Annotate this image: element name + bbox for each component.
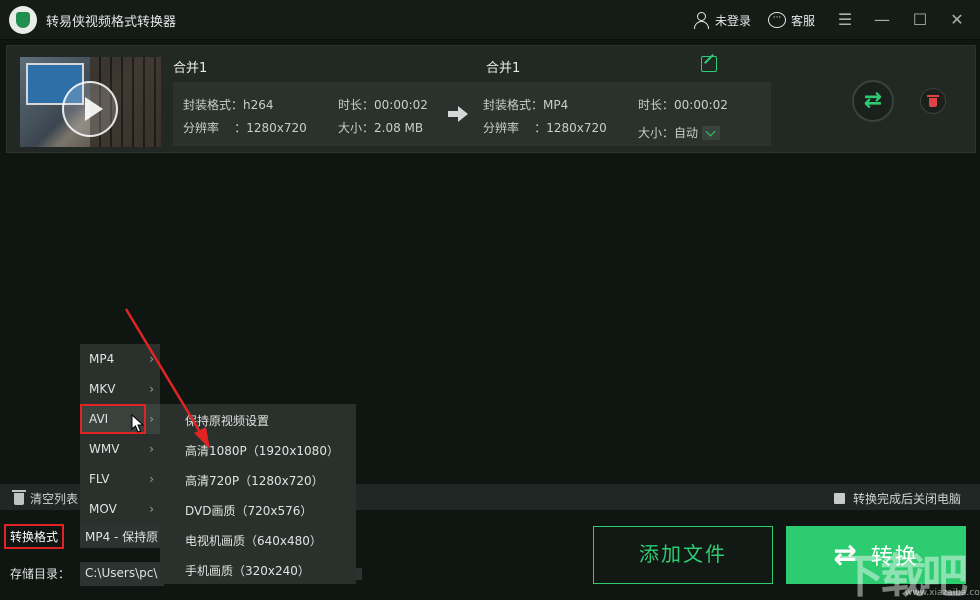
preset-item-1080p[interactable]: 高清1080P（1920x1080） xyxy=(160,434,356,464)
close-icon[interactable]: ✕ xyxy=(947,10,967,30)
chat-icon: ··· xyxy=(768,12,786,28)
format-menu-item-flv[interactable]: FLV › xyxy=(80,464,160,494)
shutdown-after-convert-option[interactable]: 转换完成后关闭电脑 xyxy=(833,490,961,507)
source-duration: 时长：00:00:02 xyxy=(338,98,428,112)
preset-item-mobile[interactable]: 手机画质（320x240） xyxy=(160,554,356,584)
app-title: 转易侠视频格式转换器 xyxy=(46,15,177,30)
format-menu-item-wmv[interactable]: WMV › xyxy=(80,434,160,464)
preset-submenu: 保持原视频设置 高清1080P（1920x1080） 高清720P（1280x7… xyxy=(160,404,356,584)
format-menu-label: MOV xyxy=(89,502,117,516)
preset-item-720p[interactable]: 高清720P（1280x720） xyxy=(160,464,356,494)
mouse-cursor-icon xyxy=(131,414,145,433)
format-menu-item-mp4[interactable]: MP4 › xyxy=(80,344,160,374)
format-menu-label: MKV xyxy=(89,382,116,396)
convert-format-select[interactable]: MP4 - 保持原 xyxy=(80,524,164,548)
chevron-down-icon xyxy=(702,125,721,140)
chevron-right-icon: › xyxy=(149,382,154,396)
chevron-right-icon: › xyxy=(149,442,154,456)
format-menu-label: FLV xyxy=(89,472,110,486)
target-file-name: 合并1 xyxy=(486,61,521,76)
format-menu-label: WMV xyxy=(89,442,120,456)
format-menu-item-mov[interactable]: MOV › xyxy=(80,494,160,524)
save-directory-input-edge xyxy=(356,568,362,580)
edit-icon[interactable] xyxy=(701,56,717,72)
save-directory-label: 存储目录： xyxy=(10,567,71,581)
target-duration: 时长：00:00:02 xyxy=(638,98,728,112)
customer-service-button[interactable]: ··· 客服 xyxy=(768,9,815,31)
login-label: 未登录 xyxy=(715,13,752,28)
app-logo-icon xyxy=(9,6,37,34)
convert-format-label: 转换格式 xyxy=(4,524,65,549)
target-size-select[interactable]: 大小：自动 xyxy=(638,124,721,141)
shutdown-label: 转换完成后关闭电脑 xyxy=(852,492,961,506)
title-bar: 转易侠视频格式转换器 未登录 ··· 客服 ☰ — ☐ ✕ xyxy=(0,0,980,40)
chevron-right-icon: › xyxy=(149,472,154,486)
target-format: 封装格式：MP4 xyxy=(483,98,569,112)
clear-list-label: 清空列表 xyxy=(30,492,79,506)
format-menu-item-mkv[interactable]: MKV › xyxy=(80,374,160,404)
clear-list-button[interactable]: 清空列表 xyxy=(12,489,79,507)
watermark-url: www.xiazaiba.com xyxy=(905,588,980,598)
save-directory-input[interactable]: C:\Users\pc\ xyxy=(80,562,164,586)
login-button[interactable]: 未登录 xyxy=(692,9,751,31)
preset-item-dvd[interactable]: DVD画质（720x576） xyxy=(160,494,356,524)
arrow-right-icon xyxy=(448,106,468,122)
source-file-name: 合并1 xyxy=(173,61,208,76)
preset-item-keep-original[interactable]: 保持原视频设置 xyxy=(160,404,356,434)
target-resolution: 分辨率 ：1280x720 xyxy=(483,121,607,135)
source-size: 大小：2.08 MB xyxy=(338,121,424,135)
chevron-right-icon: › xyxy=(149,412,154,426)
shutdown-checkbox[interactable] xyxy=(833,493,845,504)
maximize-icon[interactable]: ☐ xyxy=(910,10,930,30)
play-icon[interactable] xyxy=(62,81,118,137)
source-format: 封装格式：h264 xyxy=(183,98,274,112)
minimize-icon[interactable]: — xyxy=(872,10,892,30)
file-list-item: 合并1 合并1 封装格式：h264 分辨率 ：1280x720 时长：00:00… xyxy=(6,45,976,153)
chevron-right-icon: › xyxy=(149,352,154,366)
user-icon xyxy=(692,11,710,29)
format-menu: MP4 › MKV › AVI › WMV › FLV › MOV › xyxy=(80,344,160,524)
target-size: 大小：自动 xyxy=(638,126,699,140)
delete-icon[interactable] xyxy=(920,88,946,114)
source-resolution: 分辨率 ：1280x720 xyxy=(183,121,307,135)
add-file-button[interactable]: 添加文件 xyxy=(593,526,773,584)
preset-item-tv[interactable]: 电视机画质（640x480） xyxy=(160,524,356,554)
format-menu-label: MP4 xyxy=(89,352,115,366)
file-info-panel: 封装格式：h264 分辨率 ：1280x720 时长：00:00:02 大小：2… xyxy=(173,82,771,146)
trash-icon xyxy=(12,489,26,505)
chevron-right-icon: › xyxy=(149,502,154,516)
video-thumbnail[interactable] xyxy=(20,57,161,147)
convert-single-button[interactable]: ⇄ xyxy=(852,80,894,122)
service-label: 客服 xyxy=(791,13,816,28)
menu-icon[interactable]: ☰ xyxy=(835,10,855,30)
